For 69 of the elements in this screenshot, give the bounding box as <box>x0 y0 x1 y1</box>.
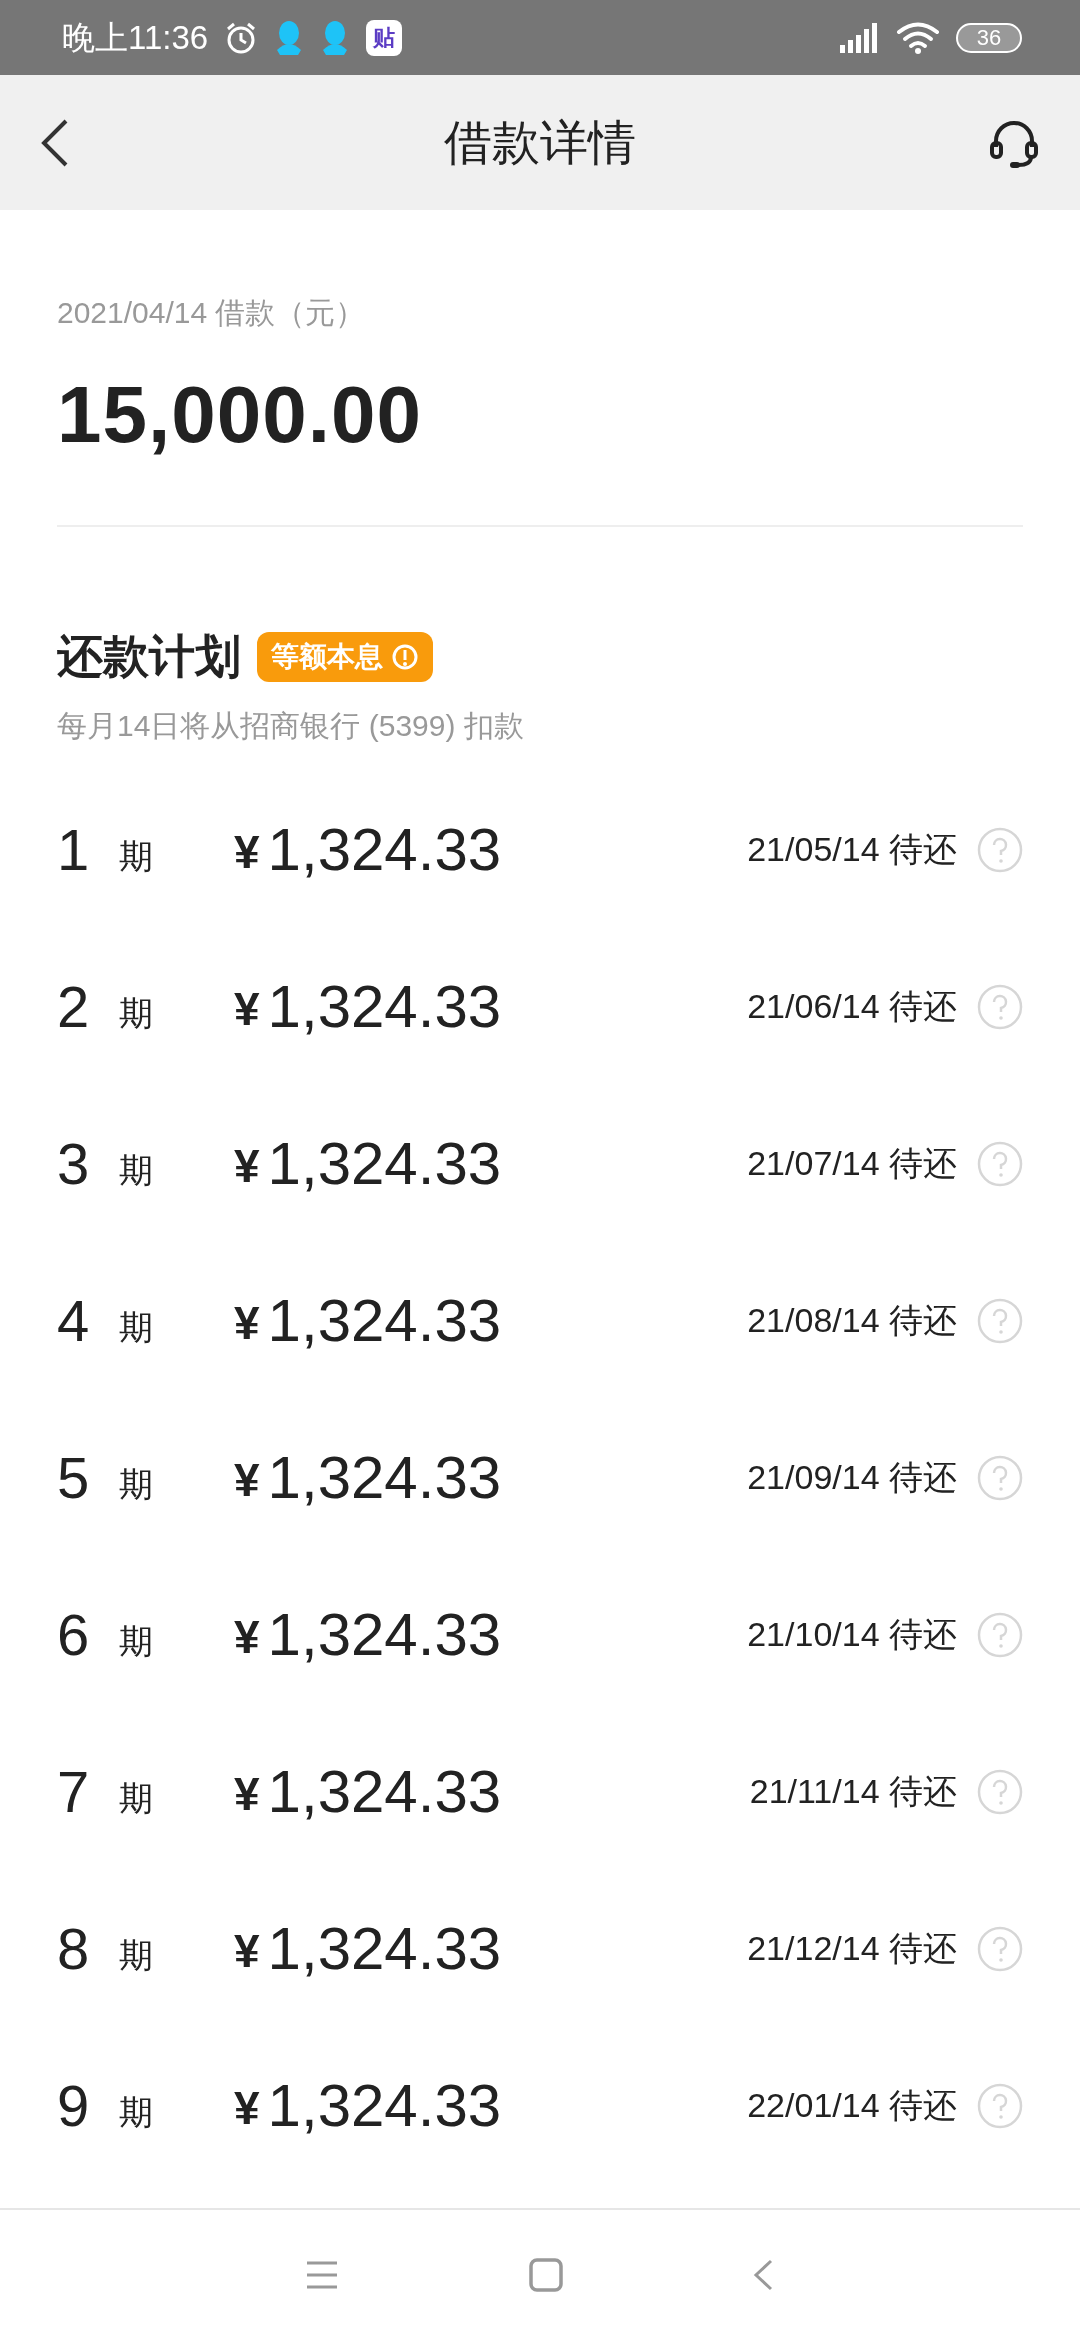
section-title: 还款计划 <box>57 629 241 684</box>
installment-unit: 期 <box>119 1464 154 1505</box>
menu-icon[interactable] <box>305 2259 339 2291</box>
currency-symbol: ¥ <box>234 1139 260 1194</box>
installment-amount: 1,324.33 <box>267 1285 502 1356</box>
installment-amount: 1,324.33 <box>267 1442 502 1513</box>
installment-number: 5 <box>57 1444 91 1512</box>
help-icon[interactable] <box>977 1925 1023 1972</box>
due-date-status: 21/05/14 待还 <box>747 829 957 870</box>
installment-number: 8 <box>57 1915 91 1983</box>
due-date-status: 22/01/14 待还 <box>747 2085 957 2126</box>
installment-unit: 期 <box>119 993 154 1034</box>
help-icon[interactable] <box>977 983 1023 1030</box>
help-icon[interactable] <box>977 1768 1023 1815</box>
installment-number: 3 <box>57 1130 91 1198</box>
info-icon <box>391 642 419 671</box>
currency-symbol: ¥ <box>234 1610 260 1665</box>
installment-amount: 1,324.33 <box>267 971 502 1042</box>
installment-amount: 1,324.33 <box>267 814 502 885</box>
installment-amount: 1,324.33 <box>267 2070 502 2141</box>
due-date-status: 21/08/14 待还 <box>747 1300 957 1341</box>
installment-number: 4 <box>57 1287 91 1355</box>
installment-unit: 期 <box>119 1778 154 1819</box>
installment-number: 9 <box>57 2072 91 2140</box>
installment-unit: 期 <box>119 2092 154 2133</box>
installment-unit: 期 <box>119 836 154 877</box>
due-date-status: 21/10/14 待还 <box>747 1614 957 1655</box>
installment-amount: 1,324.33 <box>267 1599 502 1670</box>
wifi-icon <box>896 20 940 55</box>
status-time: 晚上11:36 <box>62 17 209 58</box>
installment-number: 7 <box>57 1758 91 1826</box>
installment-number: 6 <box>57 1601 91 1669</box>
installment-number: 1 <box>57 816 91 884</box>
currency-symbol: ¥ <box>234 1453 260 1508</box>
help-icon[interactable] <box>977 1140 1023 1187</box>
currency-symbol: ¥ <box>234 825 260 880</box>
installment-unit: 期 <box>119 1150 154 1191</box>
currency-symbol: ¥ <box>234 1924 260 1979</box>
help-icon[interactable] <box>977 2082 1023 2129</box>
battery-indicator: 36 <box>956 22 1022 53</box>
installment-unit: 期 <box>119 1307 154 1348</box>
installment-amount: 1,324.33 <box>267 1128 502 1199</box>
repayment-type-tag[interactable]: 等额本息 <box>257 631 433 682</box>
due-date-status: 21/06/14 待还 <box>747 986 957 1027</box>
installment-number: 2 <box>57 973 91 1041</box>
installment-amount: 1,324.33 <box>267 1913 502 1984</box>
loan-caption: 2021/04/14 借款（元） <box>57 295 367 331</box>
due-date-status: 21/12/14 待还 <box>747 1928 957 1969</box>
page-title: 借款详情 <box>444 114 636 171</box>
installment-unit: 期 <box>119 1621 154 1662</box>
due-date-status: 21/07/14 待还 <box>747 1143 957 1184</box>
due-date-status: 21/09/14 待还 <box>747 1457 957 1498</box>
currency-symbol: ¥ <box>234 1296 260 1351</box>
installment-amount: 1,324.33 <box>267 1756 502 1827</box>
help-icon[interactable] <box>977 826 1023 873</box>
currency-symbol: ¥ <box>234 1767 260 1822</box>
currency-symbol: ¥ <box>234 2081 260 2136</box>
home-icon[interactable] <box>529 2258 563 2292</box>
due-date-status: 21/11/14 待还 <box>749 1771 957 1812</box>
help-icon[interactable] <box>977 1297 1023 1344</box>
app-badge-icon: 贴 <box>366 19 403 56</box>
loan-amount: 15,000.00 <box>57 369 423 461</box>
deduction-note: 每月14日将从招商银行 (5399) 扣款 <box>57 708 525 744</box>
help-icon[interactable] <box>977 1611 1023 1658</box>
signal-icon <box>840 22 880 53</box>
back-icon[interactable] <box>40 117 70 168</box>
installment-unit: 期 <box>119 1935 154 1976</box>
help-icon[interactable] <box>977 1454 1023 1501</box>
currency-symbol: ¥ <box>234 982 260 1037</box>
